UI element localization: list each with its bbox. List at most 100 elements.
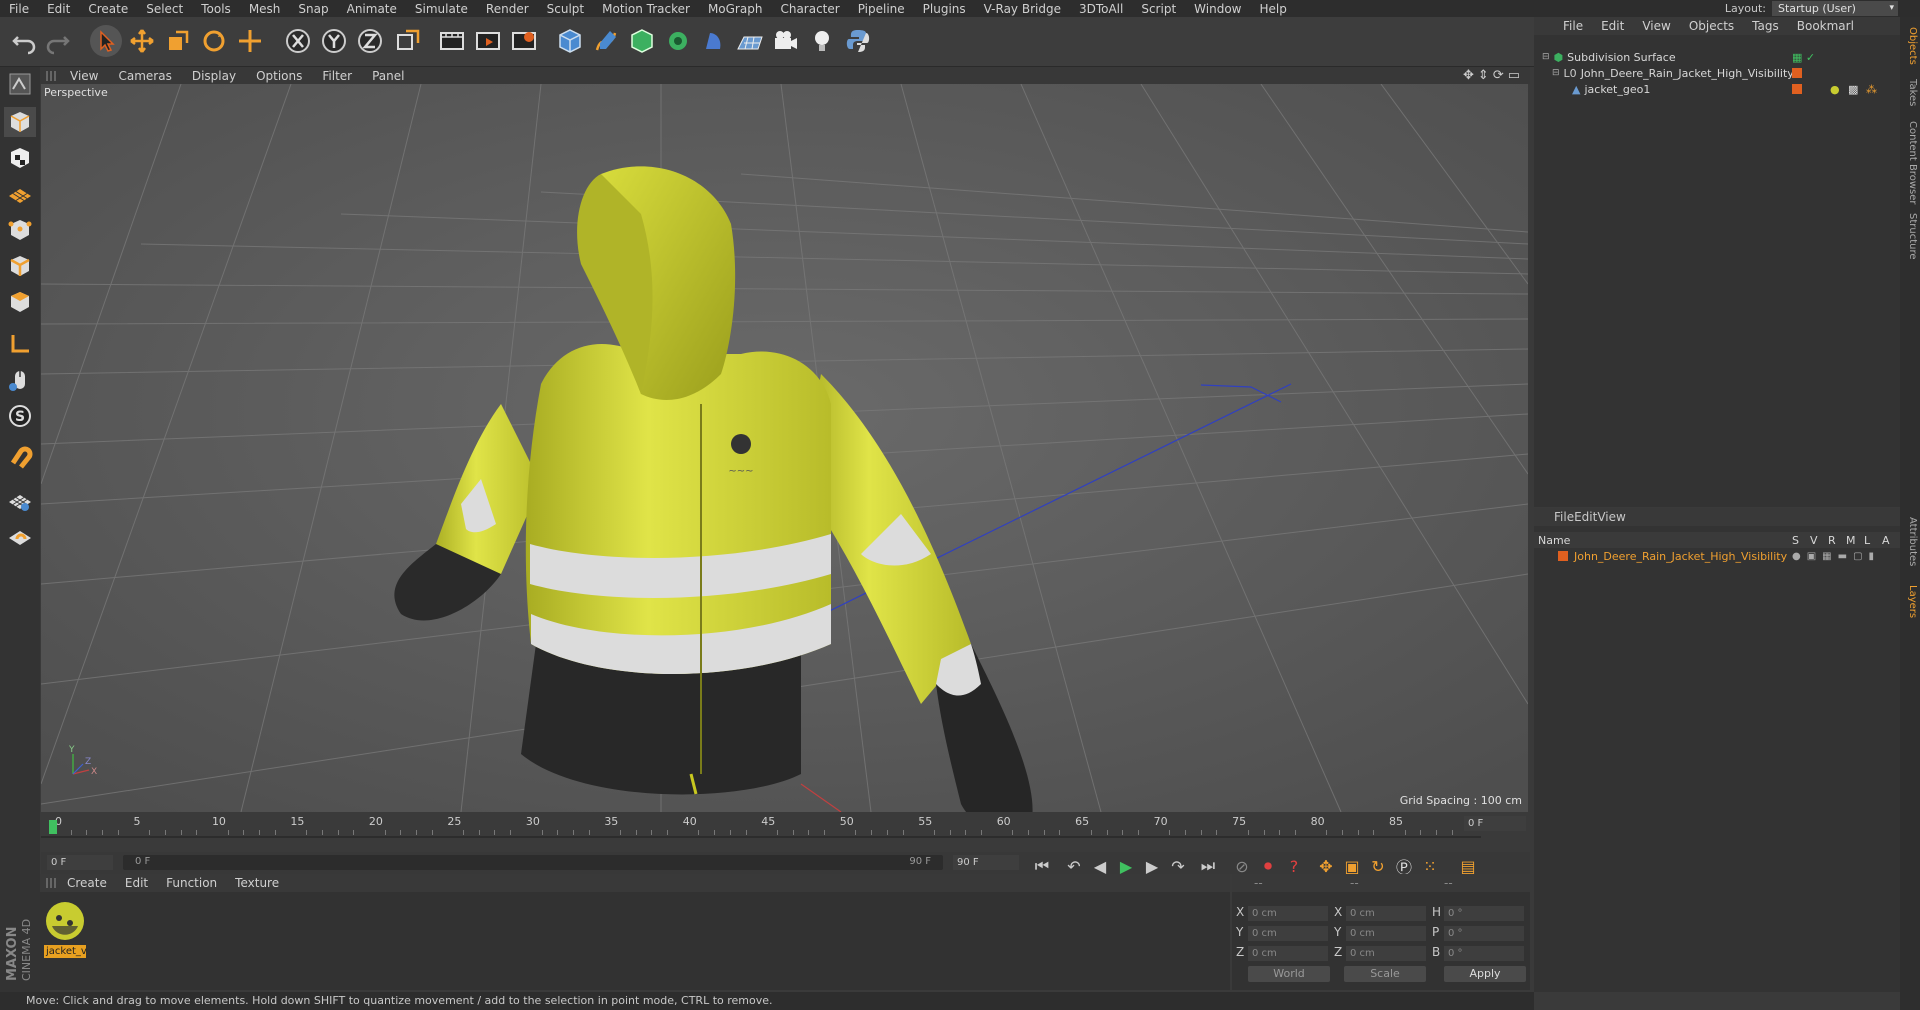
generators-icon[interactable] (626, 25, 658, 57)
pen-spline-icon[interactable] (590, 25, 622, 57)
select-cursor-icon[interactable] (90, 25, 122, 57)
material-menu-function[interactable]: Function (157, 876, 226, 890)
mograph-cloner-icon[interactable] (662, 25, 694, 57)
texture-mode-icon[interactable] (4, 143, 36, 173)
position-x-field[interactable]: 0 cm (1248, 906, 1328, 921)
rotation-b-field[interactable]: 0 ° (1444, 946, 1524, 961)
layer-row[interactable]: John_Deere_Rain_Jacket_High_Visibility ●… (1534, 548, 1900, 564)
object-menu-tags[interactable]: Tags (1743, 19, 1788, 33)
lock-x-axis-icon[interactable] (282, 25, 314, 57)
coordinate-system-icon[interactable] (392, 25, 424, 57)
texture-tag-icon[interactable]: ▩ (1848, 83, 1858, 96)
rotation-p-field[interactable]: 0 ° (1444, 926, 1524, 941)
object-menu-file[interactable]: File (1554, 19, 1592, 33)
layout-dropdown[interactable]: Startup (User) (1772, 1, 1898, 16)
menu-mesh[interactable]: Mesh (240, 2, 290, 16)
menu-pipeline[interactable]: Pipeline (849, 2, 914, 16)
extra-tag-icon[interactable]: ⁂ (1866, 83, 1877, 96)
viewport-menu-display[interactable]: Display (182, 69, 246, 83)
undo-icon[interactable] (8, 25, 40, 57)
object-menu-edit[interactable]: Edit (1592, 19, 1633, 33)
viewport-menu-view[interactable]: View (60, 69, 108, 83)
menu-edit[interactable]: Edit (38, 2, 79, 16)
light-icon[interactable] (806, 25, 838, 57)
transform-tool-icon[interactable] (234, 25, 266, 57)
material-swatch[interactable]: jacket_v (44, 900, 87, 958)
lock-y-axis-icon[interactable] (318, 25, 350, 57)
start-frame-field[interactable]: 0 F (47, 855, 113, 870)
points-mode-icon[interactable] (4, 215, 36, 245)
menu-render[interactable]: Render (477, 2, 538, 16)
move-tool-icon[interactable] (126, 25, 158, 57)
end-frame-field[interactable]: 90 F (953, 855, 1019, 870)
cube-primitive-icon[interactable] (554, 25, 586, 57)
menu-character[interactable]: Character (771, 2, 848, 16)
viewport-menu-cameras[interactable]: Cameras (108, 69, 181, 83)
material-menu-edit[interactable]: Edit (116, 876, 157, 890)
camera-icon[interactable] (770, 25, 802, 57)
grid-workplane-icon[interactable] (4, 485, 36, 515)
menu-script[interactable]: Script (1132, 2, 1185, 16)
size-z-field[interactable]: 0 cm (1346, 946, 1426, 961)
menu-file[interactable]: File (0, 2, 38, 16)
tab-structure[interactable]: Structure (1902, 213, 1918, 260)
scale-tool-icon[interactable] (162, 25, 194, 57)
redo-icon[interactable] (42, 25, 74, 57)
workplane-mode-icon[interactable] (4, 179, 36, 209)
tab-layers[interactable]: Layers (1902, 585, 1918, 618)
layer-menu-view[interactable]: View (1597, 510, 1625, 524)
material-menu-texture[interactable]: Texture (226, 876, 288, 890)
object-row-jacket[interactable]: ⊟ L0 John_Deere_Rain_Jacket_High_Visibil… (1534, 65, 1900, 81)
size-x-field[interactable]: 0 cm (1346, 906, 1426, 921)
object-menu-view[interactable]: View (1633, 19, 1679, 33)
polygons-mode-icon[interactable] (4, 287, 36, 317)
locked-workplane-icon[interactable] (4, 521, 36, 551)
menu-simulate[interactable]: Simulate (406, 2, 477, 16)
menu-tools[interactable]: Tools (192, 2, 240, 16)
menu-sculpt[interactable]: Sculpt (538, 2, 593, 16)
tab-attributes[interactable]: Attributes (1902, 517, 1918, 566)
menu-select[interactable]: Select (137, 2, 192, 16)
position-z-field[interactable]: 0 cm (1248, 946, 1328, 961)
axis-mode-icon[interactable] (4, 329, 36, 359)
layer-color-icon[interactable] (1792, 84, 1802, 94)
layer-menu-file[interactable]: File (1554, 510, 1574, 524)
scale-mode-dropdown[interactable]: Scale (1344, 966, 1426, 982)
python-script-icon[interactable] (842, 25, 874, 57)
floor-environment-icon[interactable] (734, 25, 766, 57)
menu-vray-bridge[interactable]: V-Ray Bridge (975, 2, 1070, 16)
lock-z-axis-icon[interactable] (354, 25, 386, 57)
object-row-subdivision[interactable]: ⊟ ⬢ Subdivision Surface ▦ ✓ (1534, 49, 1900, 65)
make-editable-icon[interactable] (4, 69, 36, 99)
viewport-menu-panel[interactable]: Panel (362, 69, 414, 83)
viewport-navigation-icons[interactable]: ✥⇕⟳▭ (1463, 68, 1530, 83)
layer-flag-icons[interactable]: ●▣▦▬▢▮ (1792, 551, 1880, 562)
visibility-check-icon[interactable]: ▦ ✓ (1792, 51, 1815, 64)
rotate-tool-icon[interactable] (198, 25, 230, 57)
rotation-h-field[interactable]: 0 ° (1444, 906, 1524, 921)
layer-menu-edit[interactable]: Edit (1574, 510, 1597, 524)
range-slider[interactable]: 0 F 90 F (123, 855, 943, 870)
object-menu-bookmarks[interactable]: Bookmarl (1788, 19, 1863, 33)
render-view-icon[interactable] (436, 25, 468, 57)
expand-icon[interactable]: ⊟ (1542, 52, 1550, 62)
snapping-icon[interactable]: S (4, 401, 36, 431)
layer-color-icon[interactable] (1558, 551, 1568, 561)
deformer-icon[interactable] (698, 25, 730, 57)
material-menu-create[interactable]: Create (58, 876, 116, 890)
viewport-menu-filter[interactable]: Filter (312, 69, 362, 83)
menu-plugins[interactable]: Plugins (914, 2, 975, 16)
size-y-field[interactable]: 0 cm (1346, 926, 1426, 941)
tab-takes[interactable]: Takes (1902, 79, 1918, 106)
model-mode-icon[interactable] (4, 107, 36, 137)
apply-button[interactable]: Apply (1444, 966, 1526, 982)
render-settings-icon[interactable] (508, 25, 540, 57)
menu-snap[interactable]: Snap (289, 2, 337, 16)
menu-3dtoall[interactable]: 3DToAll (1070, 2, 1132, 16)
coordinate-mode-dropdown[interactable]: World (1248, 966, 1330, 982)
viewport-perspective[interactable]: ~~~ Y X Z Perspective Grid Spacing : 100… (41, 84, 1528, 812)
tweak-mode-icon[interactable] (4, 365, 36, 395)
menu-help[interactable]: Help (1250, 2, 1295, 16)
magnet-icon[interactable] (4, 443, 36, 473)
expand-icon[interactable]: ⊟ (1552, 68, 1560, 78)
